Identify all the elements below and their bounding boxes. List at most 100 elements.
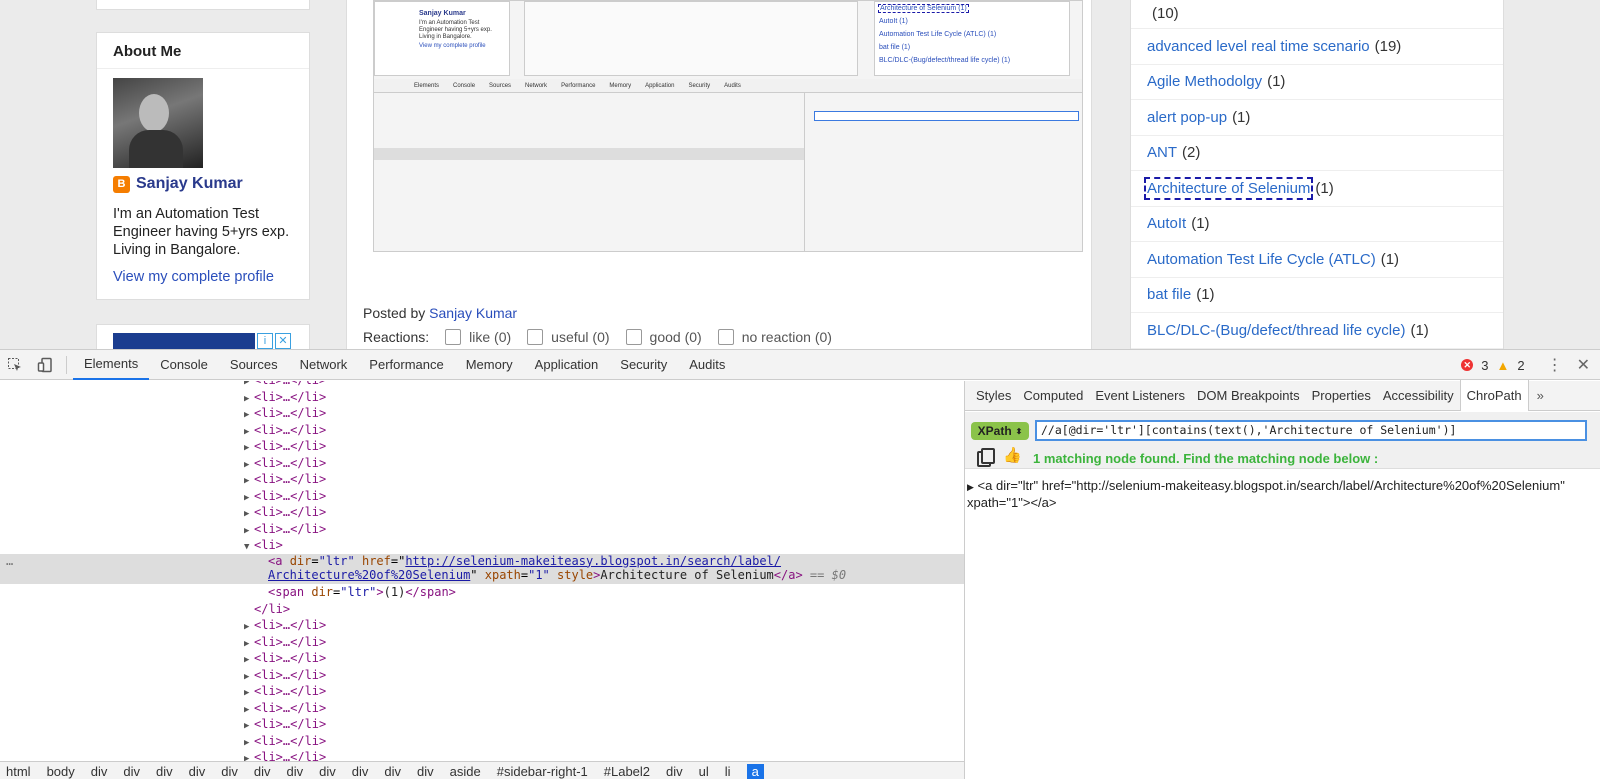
tab-sources[interactable]: Sources — [219, 350, 289, 380]
label-link-architecture-of-selenium[interactable]: Architecture of Selenium — [1143, 176, 1314, 200]
tab-properties[interactable]: Properties — [1306, 381, 1377, 411]
error-count[interactable]: 3 — [1481, 358, 1488, 373]
dom-node[interactable]: ▶<li>…</li> — [0, 455, 964, 472]
matching-node-text[interactable]: <a dir="ltr" href="http://selenium-makei… — [967, 478, 1565, 510]
expand-arrow-icon[interactable]: ▶ — [967, 482, 974, 492]
dom-node[interactable]: ▶<li>…</li> — [0, 634, 964, 651]
breadcrumb-item[interactable]: div — [221, 764, 246, 779]
selector-type-dropdown[interactable]: XPath ⬍ — [971, 422, 1029, 440]
ad-banner[interactable] — [113, 333, 255, 349]
tab-styles[interactable]: Styles — [965, 381, 1017, 411]
device-toolbar-icon[interactable] — [30, 350, 60, 380]
posted-by-author-link[interactable]: Sanjay Kumar — [429, 305, 517, 321]
href-link[interactable]: http://selenium-makeiteasy.blogspot.in/s… — [405, 554, 781, 568]
breadcrumb-item[interactable]: body — [47, 764, 83, 779]
dom-node[interactable]: ▶<li>…</li> — [0, 617, 964, 634]
dom-node[interactable]: ▶<li>…</li> — [0, 471, 964, 488]
dom-node[interactable]: ▶<li>…</li> — [0, 389, 964, 406]
node-actions-icon[interactable]: … — [6, 554, 13, 569]
reaction-checkbox[interactable] — [717, 329, 734, 345]
ad-info-icon[interactable]: i — [257, 333, 273, 349]
breadcrumb-item[interactable]: div — [384, 764, 409, 779]
tab-audits[interactable]: Audits — [678, 350, 736, 380]
breadcrumb-item[interactable]: div — [352, 764, 377, 779]
label-link[interactable]: AutoIt — [1147, 215, 1186, 232]
warning-count[interactable]: 2 — [1517, 358, 1524, 373]
tab-dom-breakpoints[interactable]: DOM Breakpoints — [1191, 381, 1306, 411]
reaction-like[interactable]: like (0) — [445, 329, 511, 345]
dom-node[interactable]: ▶<li>…</li> — [0, 749, 964, 761]
dom-node[interactable]: ▶<li>…</li> — [0, 683, 964, 700]
rate-icon[interactable]: 👍 — [1003, 446, 1022, 464]
breadcrumb-item[interactable]: #Label2 — [604, 764, 658, 779]
author-photo[interactable] — [113, 78, 203, 168]
tab-chropath[interactable]: ChroPath — [1459, 380, 1529, 411]
tab-memory[interactable]: Memory — [455, 350, 524, 380]
reaction-useful[interactable]: useful (0) — [527, 329, 610, 345]
view-profile-link[interactable]: View my complete profile — [113, 269, 274, 285]
breadcrumb-item[interactable]: ul — [699, 764, 717, 779]
reaction-checkbox[interactable] — [527, 329, 544, 345]
close-devtools-icon[interactable]: ✕ — [1577, 355, 1590, 375]
ad-close-icon[interactable]: ✕ — [275, 333, 291, 349]
tab-console[interactable]: Console — [149, 350, 219, 380]
dom-node[interactable]: ▶<li>…</li> — [0, 488, 964, 505]
dom-node[interactable]: ▶<li>…</li> — [0, 716, 964, 733]
dom-node[interactable]: ▶<li>…</li> — [0, 733, 964, 750]
dom-node[interactable]: ▶<li>…</li> — [0, 405, 964, 422]
breadcrumb-item[interactable]: li — [725, 764, 739, 779]
expand-arrow-icon[interactable]: ▶ — [244, 751, 254, 761]
tab-performance[interactable]: Performance — [358, 350, 454, 380]
more-tabs-icon[interactable]: » — [1529, 388, 1552, 403]
copy-icon[interactable] — [977, 448, 995, 467]
warning-icon[interactable]: ▲ — [1496, 358, 1509, 373]
breadcrumb-item[interactable]: aside — [450, 764, 489, 779]
tab-security[interactable]: Security — [609, 350, 678, 380]
dom-node-expanded[interactable]: ▼ <li> — [0, 537, 964, 554]
breadcrumb-item-current[interactable]: a — [746, 763, 764, 779]
dom-node[interactable]: </li> — [0, 601, 964, 618]
matching-node[interactable]: ▶ <a dir="ltr" href="http://selenium-mak… — [967, 478, 1587, 511]
breadcrumb-item[interactable]: div — [319, 764, 344, 779]
inspect-element-icon[interactable] — [0, 350, 30, 380]
label-link[interactable]: bat file — [1147, 286, 1191, 303]
label-link[interactable]: Automation Test Life Cycle (ATLC) — [1147, 251, 1376, 268]
tab-network[interactable]: Network — [289, 350, 359, 380]
dom-node[interactable]: ▶<li>…</li> — [0, 521, 964, 538]
breadcrumb-item[interactable]: div — [287, 764, 312, 779]
reaction-good[interactable]: good (0) — [625, 329, 702, 345]
tab-computed[interactable]: Computed — [1017, 381, 1089, 411]
breadcrumb-item[interactable]: div — [189, 764, 214, 779]
selected-dom-node[interactable]: … <a dir="ltr" href="http://selenium-mak… — [0, 553, 964, 584]
dom-node[interactable]: ▶<li>…</li> — [0, 381, 964, 389]
label-link[interactable]: BLC/DLC-(Bug/defect/thread life cycle) — [1147, 322, 1405, 339]
label-link[interactable]: alert pop-up — [1147, 109, 1227, 126]
breadcrumb-item[interactable]: div — [123, 764, 148, 779]
tab-elements[interactable]: Elements — [73, 350, 150, 380]
label-link[interactable]: ANT — [1147, 144, 1177, 161]
reaction-checkbox[interactable] — [445, 329, 462, 345]
reaction-none[interactable]: no reaction (0) — [717, 329, 832, 345]
breadcrumb-item[interactable]: div — [254, 764, 279, 779]
dom-node[interactable]: <span dir="ltr">(1)</span> — [0, 584, 964, 601]
label-link[interactable]: advanced level real time scenario — [1147, 38, 1370, 55]
breadcrumb-item[interactable]: div — [417, 764, 442, 779]
reaction-checkbox[interactable] — [625, 329, 642, 345]
xpath-input[interactable]: //a[@dir='ltr'][contains(text(),'Archite… — [1035, 420, 1587, 441]
error-icon[interactable]: ✕ — [1461, 359, 1474, 371]
dom-node[interactable]: ▶<li>…</li> — [0, 422, 964, 439]
dom-node[interactable]: ▶<li>…</li> — [0, 667, 964, 684]
tab-accessibility[interactable]: Accessibility — [1377, 381, 1460, 411]
tab-application[interactable]: Application — [524, 350, 610, 380]
breadcrumb-item[interactable]: div — [91, 764, 116, 779]
more-options-icon[interactable]: ⋮ — [1547, 355, 1563, 375]
author-name-link[interactable]: Sanjay Kumar — [136, 175, 243, 193]
dom-node[interactable]: ▶<li>…</li> — [0, 700, 964, 717]
tab-event-listeners[interactable]: Event Listeners — [1089, 381, 1191, 411]
dom-node[interactable]: ▶<li>…</li> — [0, 438, 964, 455]
breadcrumb-item[interactable]: div — [666, 764, 691, 779]
elements-tree[interactable]: ▶<li>…</li> ▶<li>…</li> ▶<li>…</li> ▶<li… — [0, 381, 964, 761]
dom-node[interactable]: ▶<li>…</li> — [0, 504, 964, 521]
href-link[interactable]: Architecture%20of%20Selenium — [268, 568, 470, 582]
dom-node[interactable]: ▶<li>…</li> — [0, 650, 964, 667]
